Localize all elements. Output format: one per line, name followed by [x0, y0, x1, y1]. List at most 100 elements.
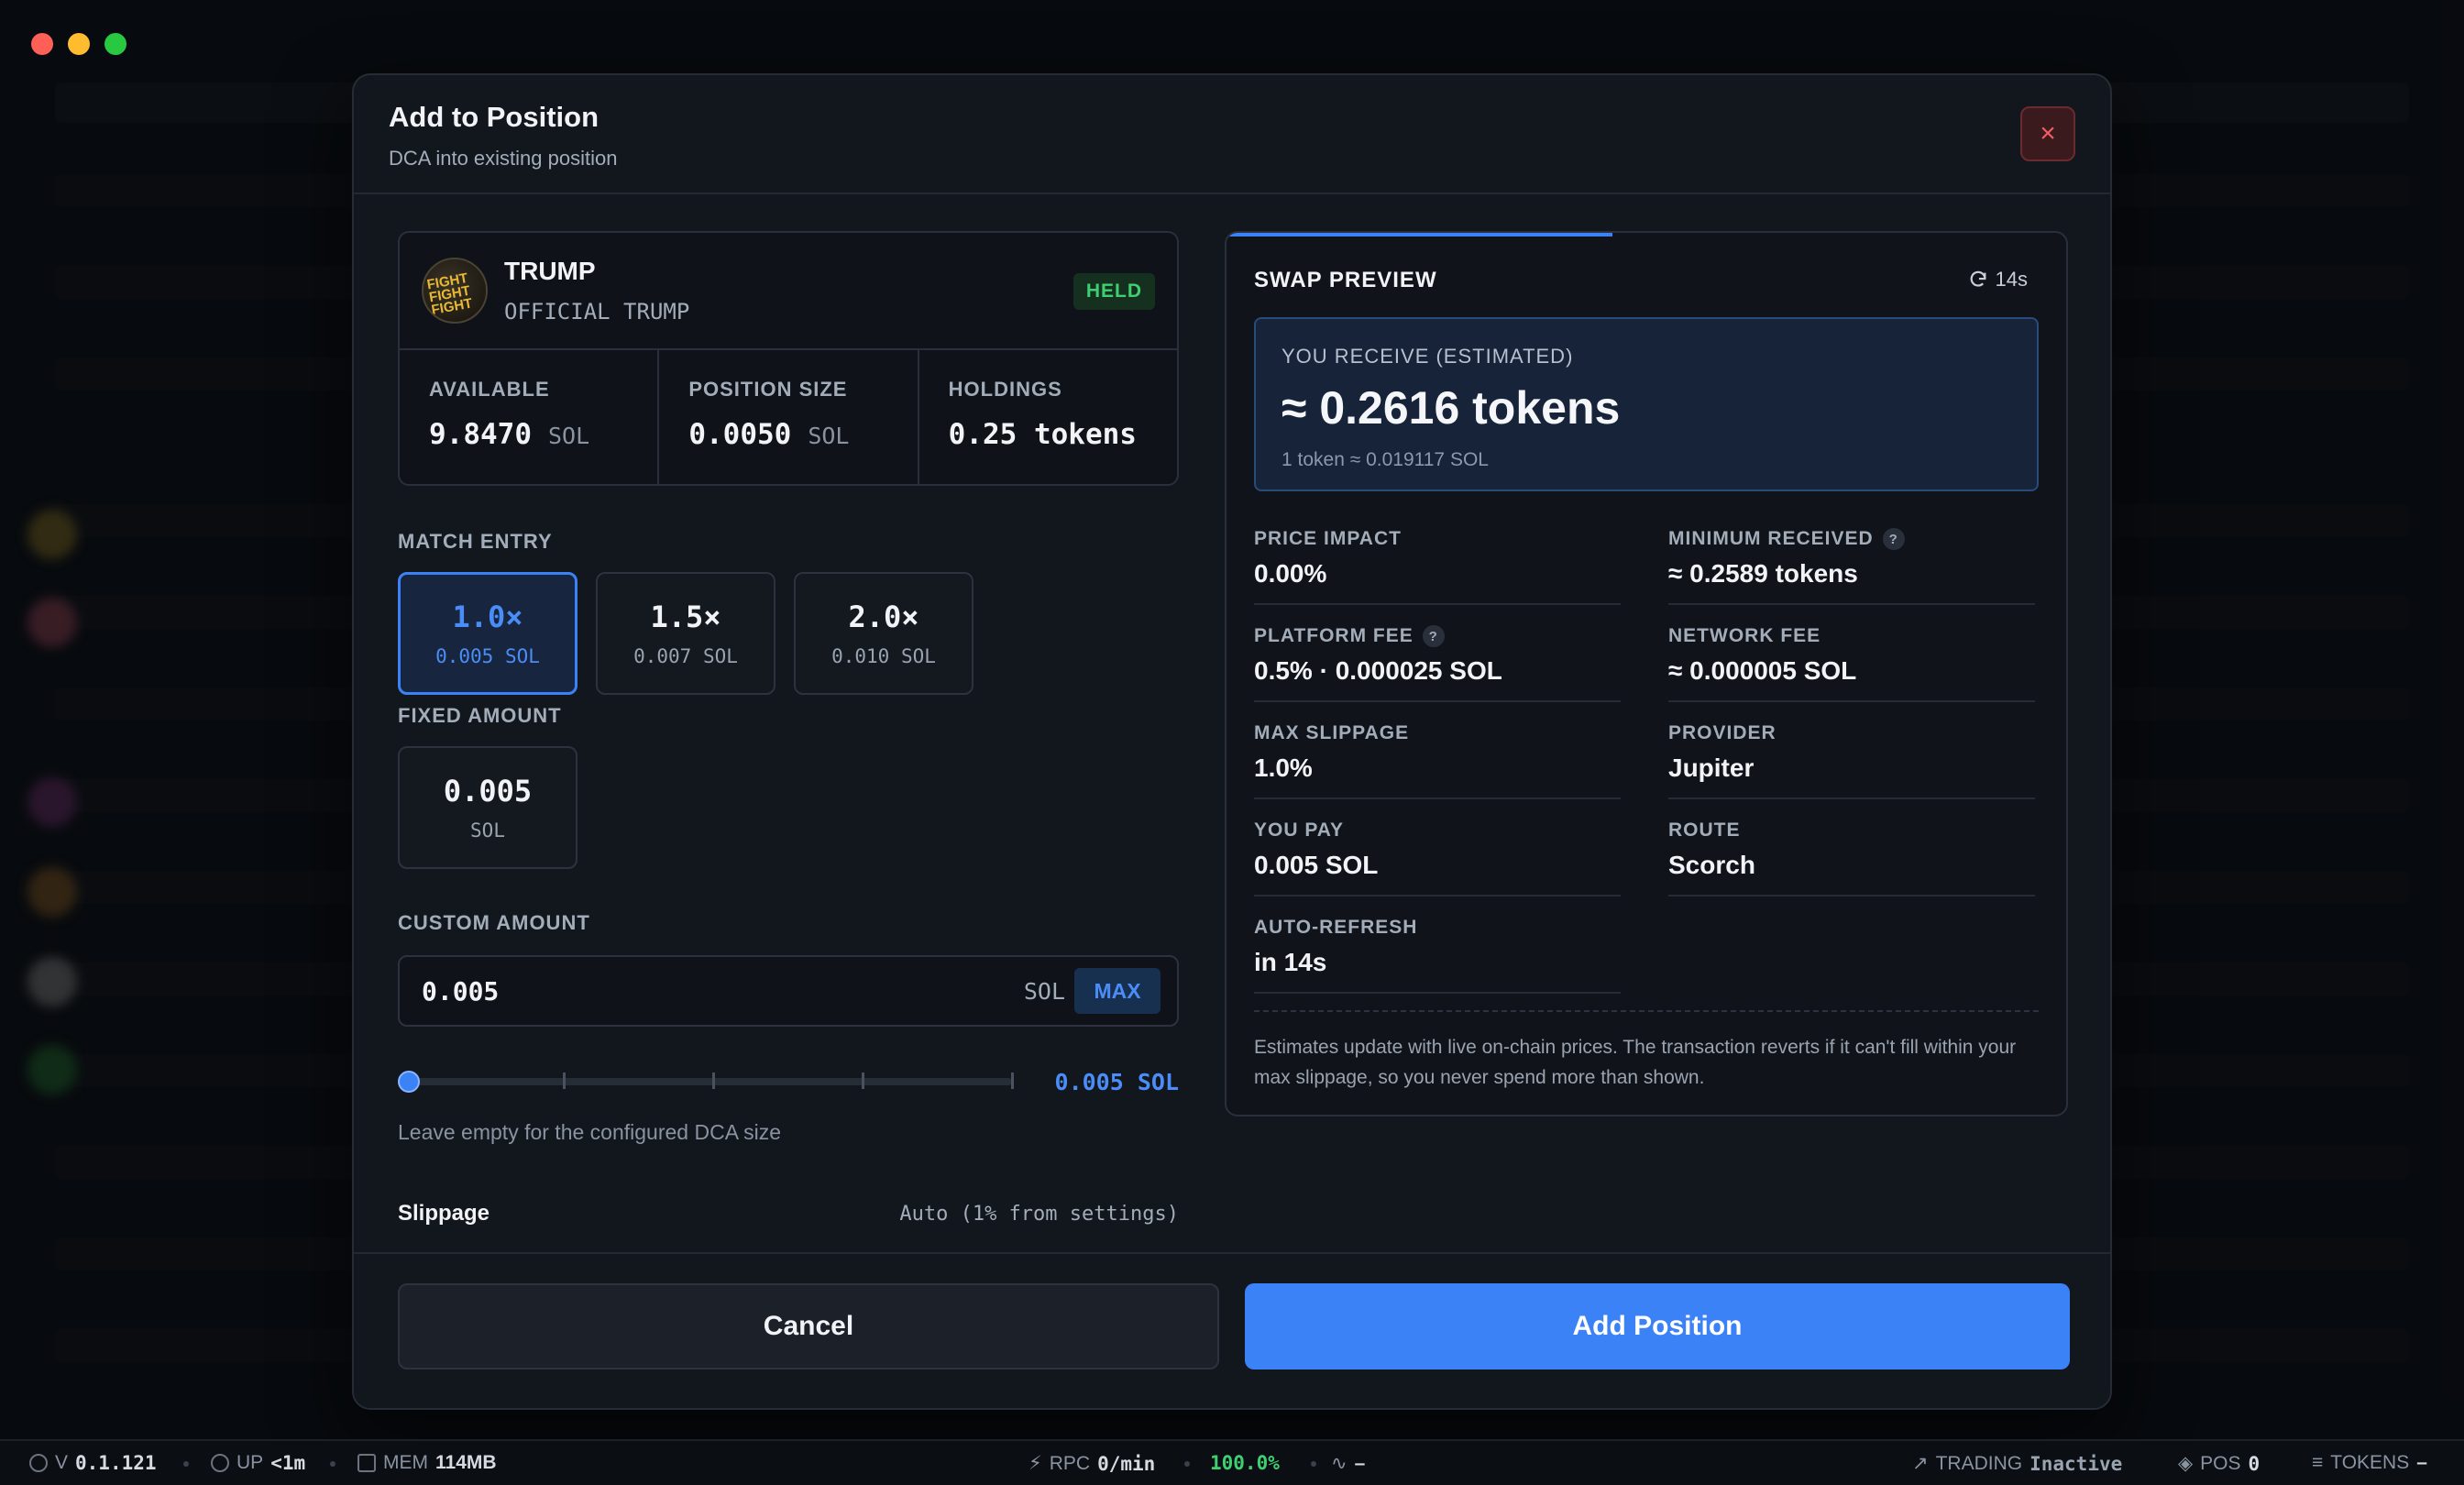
custom-amount-input[interactable]: 0.005 SOL MAX	[398, 955, 1179, 1027]
clock-icon	[211, 1454, 229, 1472]
detail-value: ≈ 0.000005 SOL	[1668, 656, 1857, 685]
match-entry-1x-button[interactable]: 1.0× 0.005 SOL	[398, 572, 578, 695]
minimize-window-button[interactable]	[68, 33, 90, 55]
tokens-label: TOKENS	[2330, 1452, 2410, 1473]
detail-price-impact: PRICE IMPACT 0.00%	[1254, 508, 1621, 605]
chip-amount-value: 0.005	[443, 774, 533, 808]
status-positions: ◈ POS 0	[2178, 1452, 2260, 1475]
status-uptime: UP <1m	[211, 1452, 305, 1474]
latency-value: –	[1354, 1452, 1366, 1474]
detail-minimum-received: MINIMUM RECEIVED? ≈ 0.2589 tokens	[1668, 508, 2035, 605]
detail-auto-refresh: AUTO-REFRESH in 14s	[1254, 896, 1621, 994]
custom-amount-label: CUSTOM AMOUNT	[398, 911, 590, 934]
stat-position-size: POSITION SIZE 0.0050 SOL	[659, 350, 919, 484]
slippage-label: Slippage	[398, 1201, 490, 1226]
refresh-progress-bar	[1226, 233, 1613, 236]
uptime-label: UP	[236, 1452, 264, 1473]
match-entry-2x-button[interactable]: 2.0× 0.010 SOL	[794, 572, 974, 695]
token-symbol: TRUMP	[504, 257, 596, 285]
receive-label: YOU RECEIVE (ESTIMATED)	[1282, 345, 1574, 368]
stat-value: 9.8470	[429, 418, 532, 451]
detail-label: NETWORK FEE	[1668, 625, 1821, 646]
modal-subtitle: DCA into existing position	[389, 147, 618, 170]
chip-multiplier: 1.0×	[452, 600, 523, 634]
separator-dot	[1184, 1461, 1190, 1467]
detail-platform-fee: PLATFORM FEE? 0.5% · 0.000025 SOL	[1254, 605, 1621, 702]
pulse-icon: ∿	[1331, 1453, 1348, 1474]
slippage-row[interactable]: Slippage Auto (1% from settings)	[398, 1201, 1179, 1226]
token-name: OFFICIAL TRUMP	[504, 299, 690, 324]
separator-dot	[183, 1461, 189, 1467]
cancel-button[interactable]: Cancel	[398, 1283, 1219, 1370]
detail-value: Scorch	[1668, 851, 1755, 879]
version-label: V	[55, 1452, 69, 1473]
detail-label: ROUTE	[1668, 820, 1741, 841]
held-badge: HELD	[1072, 273, 1155, 310]
rpc-value: 0/min	[1097, 1452, 1156, 1475]
modal-footer: Cancel Add Position	[354, 1252, 2110, 1408]
status-tokens: ≡ TOKENS –	[2312, 1452, 2427, 1474]
fixed-amount-button[interactable]: 0.005 SOL	[398, 746, 578, 869]
chip-amount: 0.007 SOL	[633, 645, 738, 667]
close-button[interactable]: ×	[2020, 106, 2075, 161]
position-form: FIGHT FIGHT FIGHT TRUMP OFFICIAL TRUMP H…	[398, 231, 1179, 1145]
window-controls	[31, 33, 126, 55]
stat-label: HOLDINGS	[948, 378, 1062, 401]
separator-dot	[1311, 1461, 1316, 1467]
stat-label: POSITION SIZE	[688, 378, 848, 401]
rpc-label: RPC	[1049, 1452, 1091, 1474]
status-rpc: ⚡ RPC 0/min	[1028, 1452, 1155, 1475]
database-icon: ≡	[2312, 1452, 2324, 1473]
detail-label: MAX SLIPPAGE	[1254, 722, 1410, 743]
chip-amount: 0.005 SOL	[435, 645, 540, 667]
close-icon: ×	[2040, 118, 2056, 148]
detail-value: ≈ 0.2589 tokens	[1668, 559, 1858, 588]
status-memory: MEM 114MB	[358, 1452, 497, 1474]
receive-estimate-box: YOU RECEIVE (ESTIMATED) ≈ 0.2616 tokens …	[1254, 317, 2039, 491]
detail-label: PROVIDER	[1668, 722, 1776, 743]
amount-slider[interactable]: 0.005 SOL	[398, 1062, 1179, 1098]
close-window-button[interactable]	[31, 33, 53, 55]
status-latency: ∿ –	[1331, 1452, 1365, 1475]
custom-amount-unit: SOL	[1023, 977, 1065, 1005]
add-position-button[interactable]: Add Position	[1245, 1283, 2070, 1370]
stat-available: AVAILABLE 9.8470 SOL	[400, 350, 660, 484]
avatar-logo-text: FIGHT FIGHT FIGHT	[425, 270, 474, 319]
refresh-icon	[1970, 270, 1986, 287]
slider-tick	[712, 1072, 715, 1089]
receive-value: ≈ 0.2616 tokens	[1282, 382, 1621, 434]
detail-label: PRICE IMPACT	[1254, 528, 1402, 549]
stat-holdings: HOLDINGS 0.25 tokens	[919, 350, 1177, 484]
stat-value: 0.25 tokens	[948, 418, 1137, 451]
stat-value: 0.0050	[688, 418, 792, 451]
custom-amount-hint: Leave empty for the configured DCA size	[398, 1120, 782, 1144]
detail-max-slippage: MAX SLIPPAGE 1.0%	[1254, 702, 1621, 799]
slider-track[interactable]	[407, 1078, 1012, 1085]
separator-dot	[330, 1461, 336, 1467]
max-button[interactable]: MAX	[1074, 968, 1160, 1014]
trading-label: TRADING	[1935, 1452, 2023, 1474]
detail-value: in 14s	[1254, 948, 1327, 976]
detail-label: AUTO-REFRESH	[1254, 917, 1418, 938]
receive-rate: 1 token ≈ 0.019117 SOL	[1282, 449, 1489, 470]
detail-label: PLATFORM FEE	[1254, 625, 1414, 646]
match-entry-1-5x-button[interactable]: 1.5× 0.007 SOL	[596, 572, 776, 695]
pos-label: POS	[2200, 1452, 2241, 1474]
maximize-window-button[interactable]	[104, 33, 126, 55]
success-rate-value: 100.0%	[1210, 1452, 1280, 1474]
slider-value: 0.005 SOL	[1054, 1069, 1179, 1095]
bolt-icon: ⚡	[1028, 1453, 1042, 1474]
preview-disclaimer: Estimates update with live on-chain pric…	[1254, 1010, 2039, 1093]
detail-label: YOU PAY	[1254, 820, 1345, 841]
match-entry-label: MATCH ENTRY	[398, 530, 553, 553]
trend-up-icon: ↗	[1912, 1453, 1929, 1474]
modal-title: Add to Position	[389, 101, 600, 133]
slider-thumb[interactable]	[398, 1071, 420, 1093]
refresh-button[interactable]: 14s	[1968, 268, 2028, 292]
slippage-value: Auto (1% from settings)	[899, 1202, 1179, 1226]
token-header: FIGHT FIGHT FIGHT TRUMP OFFICIAL TRUMP H…	[400, 233, 1177, 350]
detail-value: Jupiter	[1668, 754, 1754, 782]
help-icon[interactable]: ?	[1882, 528, 1905, 550]
help-icon[interactable]: ?	[1422, 625, 1445, 647]
modal-header: Add to Position DCA into existing positi…	[354, 75, 2110, 194]
